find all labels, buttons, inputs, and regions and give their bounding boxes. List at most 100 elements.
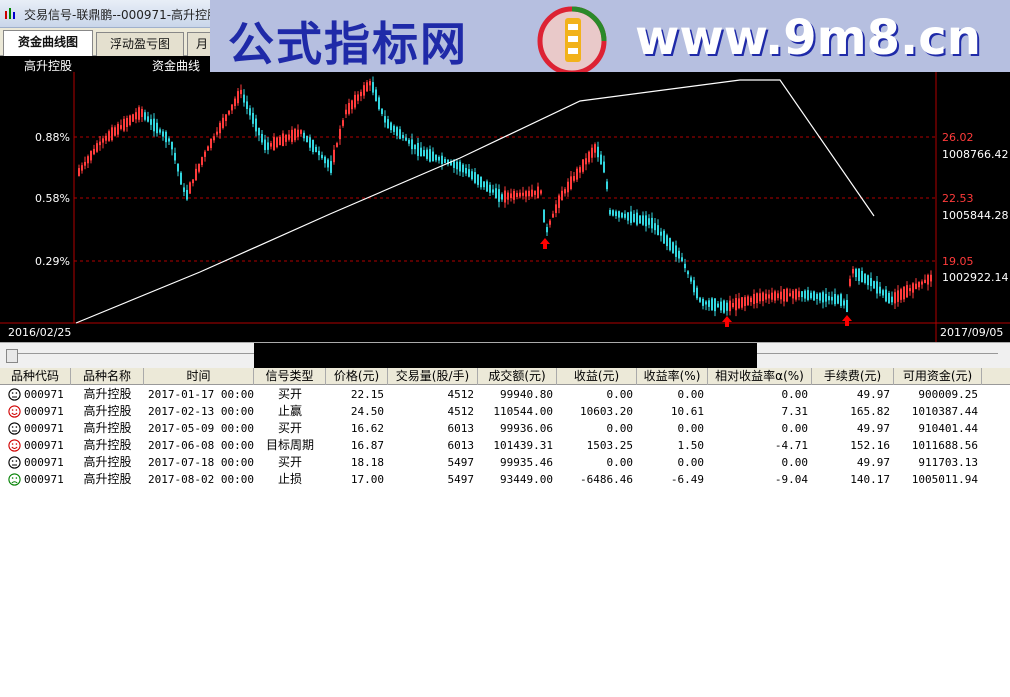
cell-profit: 0.00: [606, 422, 634, 435]
candle-body: [393, 125, 395, 132]
candle-body: [408, 139, 410, 144]
candle-body: [132, 114, 134, 122]
candle-body: [177, 163, 179, 172]
candle-body: [93, 148, 95, 155]
candle-body: [837, 295, 839, 304]
candle-body: [741, 297, 743, 308]
app-window: 交易信号-联鼎鹏--000971-高升控股 资金曲线图 浮动盈亏图 月 公式指标…: [0, 0, 1010, 697]
column-header[interactable]: 交易量(股/手): [388, 368, 478, 385]
candle-body: [636, 212, 638, 225]
capital-curve-chart[interactable]: 0.88% 0.58% 0.29% 26.02 1008766.42 22.53…: [0, 72, 1010, 342]
candle-body: [708, 300, 710, 307]
table-row[interactable]: 000971 高升控股 2017-06-08 00:00 目标周期 16.87 6013 1…: [0, 437, 1010, 454]
candle-body: [765, 293, 767, 300]
sad-face-icon: [8, 473, 21, 486]
candle-body: [651, 217, 653, 229]
column-header[interactable]: 收益(元): [557, 368, 637, 385]
cell-time: 2017-05-09 00:00: [148, 422, 254, 435]
candle-body: [816, 293, 818, 299]
candle-body: [609, 209, 611, 215]
column-header[interactable]: 成交额(元): [478, 368, 557, 385]
candle-body: [384, 116, 386, 123]
candle-body: [756, 293, 758, 304]
table-row[interactable]: 000971 高升控股 2017-08-02 00:00 止损 17.00 5497 934…: [0, 471, 1010, 488]
candle-body: [774, 291, 776, 301]
candle-body: [888, 292, 890, 304]
candle-body: [78, 168, 80, 176]
candle-body: [846, 299, 848, 313]
column-header[interactable]: 相对收益率α(%): [708, 368, 812, 385]
candle-body: [321, 154, 323, 159]
candle-body: [762, 292, 764, 302]
candle-body: [690, 277, 692, 282]
candle-body: [819, 293, 821, 301]
candle-body: [378, 97, 380, 110]
candle-body: [159, 129, 161, 133]
candle-body: [657, 225, 659, 236]
candle-body: [351, 100, 353, 110]
column-header[interactable]: 信号类型: [254, 368, 326, 385]
candle-body: [330, 161, 332, 173]
candle-body: [633, 213, 635, 222]
candle-body: [156, 122, 158, 134]
candle-body: [429, 149, 431, 162]
column-header[interactable]: 可用资金(元): [894, 368, 982, 385]
watermark-banner: 公式指标网 www.9m8.cn: [210, 0, 1010, 80]
candle-body: [471, 171, 473, 180]
candle-body: [654, 223, 656, 231]
column-header[interactable]: 价格(元): [326, 368, 388, 385]
candle-body: [867, 275, 869, 286]
table-row[interactable]: 000971 高升控股 2017-01-17 00:00 买开 22.15 4512 999…: [0, 386, 1010, 403]
capital-axis-label: 1005844.28: [942, 209, 1008, 222]
candle-body: [729, 300, 731, 312]
candle-body: [852, 268, 854, 274]
brand-url: www.9m8.cn: [635, 10, 981, 66]
candle-body: [627, 212, 629, 221]
candle-body: [270, 143, 272, 147]
table-row[interactable]: 000971 高升控股 2017-05-09 00:00 买开 16.62 6013 999…: [0, 420, 1010, 437]
tab-capital-curve[interactable]: 资金曲线图: [3, 30, 93, 57]
column-header[interactable]: 品种名称: [71, 368, 144, 385]
candle-body: [345, 109, 347, 115]
candle-body: [276, 137, 278, 148]
candle-body: [684, 263, 686, 269]
candle-body: [339, 128, 341, 140]
cell-fee: 165.82: [850, 405, 890, 418]
candle-body: [780, 291, 782, 300]
candle-body: [300, 130, 302, 134]
candle-body: [576, 168, 578, 180]
table-row[interactable]: 000971 高升控股 2017-02-13 00:00 止赢 24.50 4512 110…: [0, 403, 1010, 420]
cell-type: 买开: [277, 387, 302, 401]
candle-body: [672, 242, 674, 254]
tab-floating-pnl[interactable]: 浮动盈亏图: [96, 32, 184, 56]
cell-fee: 49.97: [856, 456, 890, 469]
cell-type: 买开: [277, 421, 302, 435]
candle-body: [204, 151, 206, 157]
candle-body: [789, 293, 791, 297]
candle-body: [90, 150, 92, 161]
table-row[interactable]: 000971 高升控股 2017-07-18 00:00 买开 18.18 5497 999…: [0, 454, 1010, 471]
cell-price: 24.50: [350, 405, 384, 418]
candle-body: [111, 127, 113, 141]
candle-body: [498, 189, 500, 202]
candle-body: [81, 165, 83, 171]
capital-curve-line: [75, 79, 875, 324]
column-header[interactable]: 收益率(%): [637, 368, 708, 385]
column-header[interactable]: 手续费(元): [812, 368, 894, 385]
candle-body: [423, 150, 425, 157]
scroll-thumb[interactable]: [6, 349, 18, 363]
candle-body: [354, 94, 356, 108]
candle-body: [909, 288, 911, 292]
candle-body: [153, 118, 155, 132]
candle-body: [309, 137, 311, 148]
candle-body: [207, 146, 209, 151]
buy-signal-arrow-icon: [842, 315, 852, 326]
candle-body: [336, 143, 338, 147]
candle-body: [150, 119, 152, 125]
candle-body: [834, 293, 836, 305]
chart-scrollbar[interactable]: [0, 342, 1010, 373]
column-header[interactable]: 品种代码: [0, 368, 71, 385]
cell-profit: 0.00: [606, 456, 634, 469]
candle-body: [507, 192, 509, 200]
column-header[interactable]: 时间: [144, 368, 254, 385]
